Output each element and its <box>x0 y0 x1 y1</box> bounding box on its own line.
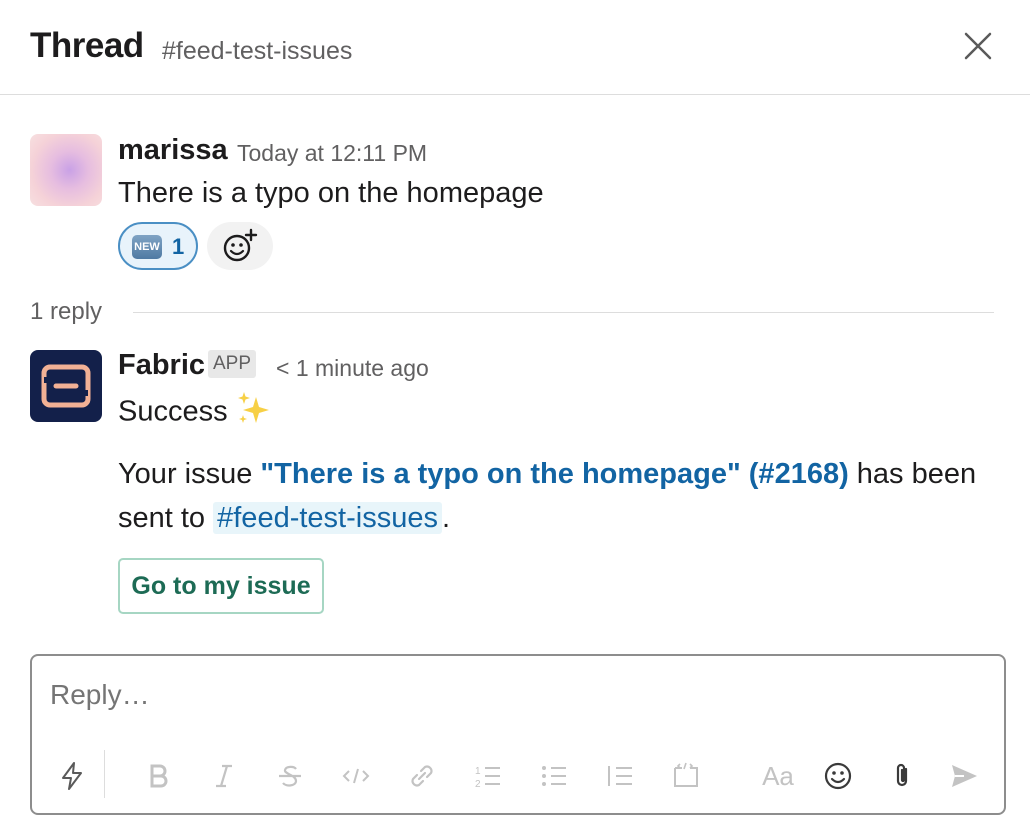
italic-button[interactable] <box>204 756 244 796</box>
code-block-icon <box>674 762 698 787</box>
bulleted-list-icon <box>542 766 566 786</box>
message-timestamp[interactable]: Today at 12:11 PM <box>237 140 427 167</box>
thread-title: Thread <box>30 26 144 65</box>
issue-link[interactable]: "There is a typo on the homepage" (#2168… <box>260 458 848 490</box>
code-block-button[interactable] <box>666 756 706 796</box>
svg-text:1: 1 <box>475 766 481 777</box>
code-button[interactable] <box>336 756 376 796</box>
bold-icon <box>150 764 168 788</box>
go-to-issue-button[interactable]: Go to my issue <box>118 558 324 614</box>
attach-file-button[interactable] <box>882 756 922 796</box>
emoji-button[interactable] <box>818 756 858 796</box>
ordered-list-icon: 12 <box>475 766 500 790</box>
message-author[interactable]: marissa <box>118 134 228 167</box>
reply-composer[interactable]: 12 Aa <box>30 654 1006 815</box>
app-badge: APP <box>208 350 257 378</box>
ordered-list-button[interactable]: 12 <box>468 756 508 796</box>
text-format-label: Aa <box>762 760 794 791</box>
emoji-icon <box>824 762 852 790</box>
message-text: There is a typo on the homepage <box>118 177 544 209</box>
status-text: Success <box>118 395 228 428</box>
bold-button[interactable] <box>138 756 178 796</box>
strikethrough-button[interactable] <box>270 756 310 796</box>
avatar[interactable] <box>30 134 102 206</box>
strikethrough-icon <box>279 765 301 787</box>
channel-link[interactable]: #feed-test-issues <box>213 502 442 534</box>
blockquote-button[interactable] <box>600 756 640 796</box>
channel-name[interactable]: #feed-test-issues <box>162 37 352 66</box>
lightning-icon <box>62 762 82 790</box>
sparkles-icon <box>237 392 269 423</box>
confirmation-text: Your issue "There is a typo on the homep… <box>118 452 998 540</box>
link-icon <box>411 765 433 787</box>
reaction-count: 1 <box>172 234 185 259</box>
body-prefix: Your issue <box>118 458 261 490</box>
send-button[interactable] <box>944 756 984 796</box>
svg-text:2: 2 <box>475 779 481 790</box>
close-icon[interactable] <box>958 26 998 66</box>
fabric-logo-icon <box>41 364 91 408</box>
italic-icon <box>216 764 232 788</box>
new-emoji-icon: NEW <box>132 235 162 259</box>
reaction-new[interactable]: NEW 1 <box>118 222 198 270</box>
reply-input[interactable] <box>48 678 952 712</box>
paperclip-icon <box>896 763 908 787</box>
fabric-logo-avatar[interactable] <box>30 350 102 422</box>
divider <box>133 312 994 313</box>
send-icon <box>952 765 977 787</box>
blockquote-icon <box>608 766 632 786</box>
toolbar-divider <box>104 750 105 798</box>
add-reaction-button[interactable] <box>207 222 273 270</box>
text-format-button[interactable]: Aa <box>754 756 802 796</box>
body-suffix: . <box>441 502 451 534</box>
message-timestamp[interactable]: < 1 minute ago <box>276 355 429 382</box>
code-icon <box>342 768 370 784</box>
status-line: Success <box>118 392 276 433</box>
add-emoji-icon <box>223 228 258 262</box>
bulleted-list-button[interactable] <box>534 756 574 796</box>
link-button[interactable] <box>402 756 442 796</box>
message-author[interactable]: Fabric <box>118 349 205 382</box>
thread-header: Thread #feed-test-issues <box>0 0 1030 95</box>
reply-count: 1 reply <box>30 298 103 325</box>
shortcuts-button[interactable] <box>52 756 92 796</box>
